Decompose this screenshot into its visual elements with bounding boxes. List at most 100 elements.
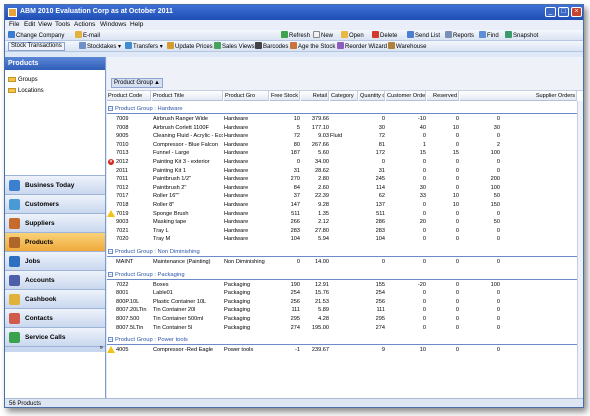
menu-tools[interactable]: Tools [55, 21, 70, 28]
menu-view[interactable]: View [38, 21, 52, 28]
find-button[interactable]: Find [479, 31, 499, 40]
new-button[interactable]: New [313, 31, 333, 40]
cell-retail: 28.62 [315, 167, 329, 174]
cell-customer-orders: 0 [422, 202, 426, 208]
table-row[interactable]: 7022 Boxes Packaging 190 12.91 155 -20 0 100 [107, 281, 583, 289]
column-header-quantity-on[interactable]: Quantity on [359, 91, 385, 101]
cell-title: Painting Kit 3 - exterior [153, 159, 210, 165]
group-by-chip[interactable]: Product Group ▲ [111, 78, 163, 88]
table-row[interactable]: 9003 Masking tape Hardware 266 2.12 286 20 0 50 [107, 218, 583, 226]
table-row[interactable]: 7012 Paintbrush 2" Hardware 84 2.60 114 30 0 100 [107, 184, 583, 192]
cell-free-stock: 10 [293, 116, 300, 122]
nav-customers[interactable]: Customers [5, 194, 105, 213]
nav-jobs[interactable]: Jobs [5, 251, 105, 270]
collapse-icon[interactable]: − [108, 271, 113, 277]
cell-group: Hardware [224, 150, 249, 157]
table-row[interactable]: 7011 Paintbrush 1/2" Hardware 270 2.80 245 0 0 2… [107, 175, 583, 183]
cell-reserved: 0 [455, 133, 459, 140]
column-header-group[interactable]: Product Gro [224, 91, 269, 101]
cell-quantity-on: 245 [375, 176, 385, 183]
change-company-button[interactable]: Change Company [8, 31, 64, 40]
sales-views-button[interactable]: Sales Views [214, 42, 255, 51]
open-button[interactable]: Open [341, 31, 364, 40]
table-row[interactable]: 7019 Sponge Brush Hardware 511 1.35 511 0 0 0 [107, 209, 583, 218]
column-header-supplier-orders[interactable]: Supplier Orders [460, 91, 577, 101]
group-header[interactable]: − Product Group : Non Diminishing [107, 247, 583, 257]
warehouse-button[interactable]: Warehouse [388, 42, 426, 51]
delete-button[interactable]: Delete [372, 31, 397, 40]
tree-item-groups[interactable]: Groups [8, 77, 38, 83]
menu-actions[interactable]: Actions [74, 21, 95, 28]
cell-customer-orders: 0 [422, 133, 426, 140]
column-header-title[interactable]: Product Title [152, 91, 223, 101]
nav-contacts[interactable]: Contacts [5, 308, 105, 327]
column-header-retail[interactable]: Retail [301, 91, 329, 101]
table-row[interactable]: 8007.5LTin Tin Container 5l Packaging 274 19… [107, 324, 583, 332]
menu-windows[interactable]: Windows [100, 21, 126, 28]
reports-button[interactable]: Reports [445, 31, 474, 40]
cell-group: Hardware [224, 141, 249, 148]
barcodes-button[interactable]: Barcodes [255, 42, 288, 51]
nav-accounts[interactable]: Accounts [5, 270, 105, 289]
column-header-code[interactable]: Product Code [107, 91, 151, 101]
collapse-icon[interactable]: − [108, 106, 113, 112]
maximize-button[interactable]: □ [558, 7, 569, 17]
menu-help[interactable]: Help [130, 21, 143, 28]
cell-retail: 5.89 [318, 307, 329, 314]
table-row[interactable]: 7009 Airbrush Ranger Wide Hardware 10 379.66… [107, 115, 583, 123]
vertical-scrollbar[interactable] [577, 101, 583, 398]
nav-overflow-bar[interactable]: » [5, 345, 105, 352]
close-button[interactable]: × [571, 7, 582, 17]
nav-suppliers[interactable]: Suppliers [5, 213, 105, 232]
table-row[interactable]: 7021 Tray L Hardware 283 27.80 283 0 0 0 [107, 227, 583, 235]
refresh-button[interactable]: Refresh [281, 31, 310, 40]
cell-customer-orders: 0 [422, 210, 426, 217]
snapshot-button[interactable]: Snapshot [505, 31, 538, 40]
column-header-category[interactable]: Category [330, 91, 358, 101]
cell-category [330, 315, 358, 323]
nav-service-calls[interactable]: Service Calls [5, 327, 105, 346]
nav-business-today[interactable]: Business Today [5, 175, 105, 194]
collapse-icon[interactable]: − [108, 249, 113, 255]
stock-transactions-button[interactable]: Stock Transactions [8, 42, 65, 51]
minimize-button[interactable]: _ [545, 7, 556, 17]
table-row[interactable]: × 2012 Painting Kit 3 - exterior Hardware 0 3… [107, 158, 583, 166]
table-row[interactable]: 7008 Airbrush Corlett 1100F Hardware 5 177.1… [107, 124, 583, 132]
nav-cashbook[interactable]: Cashbook [5, 289, 105, 308]
column-header-customer-orders[interactable]: Customer Orders [386, 91, 426, 101]
menu-file[interactable]: File [9, 21, 19, 28]
table-row[interactable]: 2011 Painting Kit 1 Hardware 31 28.62 31 0 0 0 [107, 167, 583, 175]
tree-item-locations[interactable]: Locations [8, 88, 44, 94]
table-row[interactable]: 7020 Tray M Hardware 104 5.94 104 0 0 0 [107, 235, 583, 243]
table-row[interactable]: 7017 Roller 16"" Hardware 37 22.39 62 33 10 50 [107, 192, 583, 200]
column-header-reserved[interactable]: Reserved [427, 91, 459, 101]
table-row[interactable]: 9005 Cleaning Fluid - Acrylic - Eco Hardwa… [107, 132, 583, 140]
table-row[interactable]: 8007.20LTin Tin Container 20l Packaging 111… [107, 306, 583, 314]
table-row[interactable]: 4005 Compressor -Red Eagle Power tools -1 23… [107, 346, 583, 354]
table-row[interactable]: 8007.500 Tin Container 500ml Packaging 295 4… [107, 315, 583, 323]
stocktakes-button[interactable]: Stocktakes ▾ [79, 42, 121, 51]
table-row[interactable]: 7018 Roller 8" Hardware 147 9.28 137 0 10 150 [107, 201, 583, 209]
email-button[interactable]: E-mail [75, 31, 100, 40]
send-list-button[interactable]: Send List [407, 31, 440, 40]
transfers-button[interactable]: Transfers ▾ [125, 42, 163, 51]
cell-group: Hardware [224, 184, 249, 191]
age-the-stock-button[interactable]: Age the Stock [290, 42, 335, 51]
group-header[interactable]: − Product Group : Packaging [107, 270, 583, 280]
table-row[interactable]: MAINT Maintenance (Painting) Non Diminishi… [107, 258, 583, 266]
table-row[interactable]: 7013 Funnel - Large Hardware 187 5.60 172 15 15… [107, 149, 583, 157]
group-header[interactable]: − Product Group : Power tools [107, 335, 583, 346]
cell-quantity-on: 295 [375, 316, 385, 322]
cell-title: Painting Kit 1 [153, 167, 186, 174]
table-row[interactable]: 8001 Lable01 Packaging 254 15.76 254 0 0 0 [107, 289, 583, 297]
nav-products[interactable]: Products [5, 232, 105, 251]
table-row[interactable]: 7010 Compressor - Blue Falcon Hardware 80 26… [107, 141, 583, 149]
group-header[interactable]: − Product Group : Hardware [107, 104, 583, 114]
cell-supplier-orders: 100 [490, 150, 500, 157]
collapse-icon[interactable]: − [108, 337, 113, 343]
update-prices-button[interactable]: Update Prices [167, 42, 213, 51]
menu-edit[interactable]: Edit [24, 21, 35, 28]
reorder-wizard-button[interactable]: Reorder Wizard [337, 42, 387, 51]
column-header-free-stock[interactable]: Free Stock [270, 91, 300, 101]
table-row[interactable]: 800P.10L Plastic Container 10L Packaging 25… [107, 298, 583, 306]
